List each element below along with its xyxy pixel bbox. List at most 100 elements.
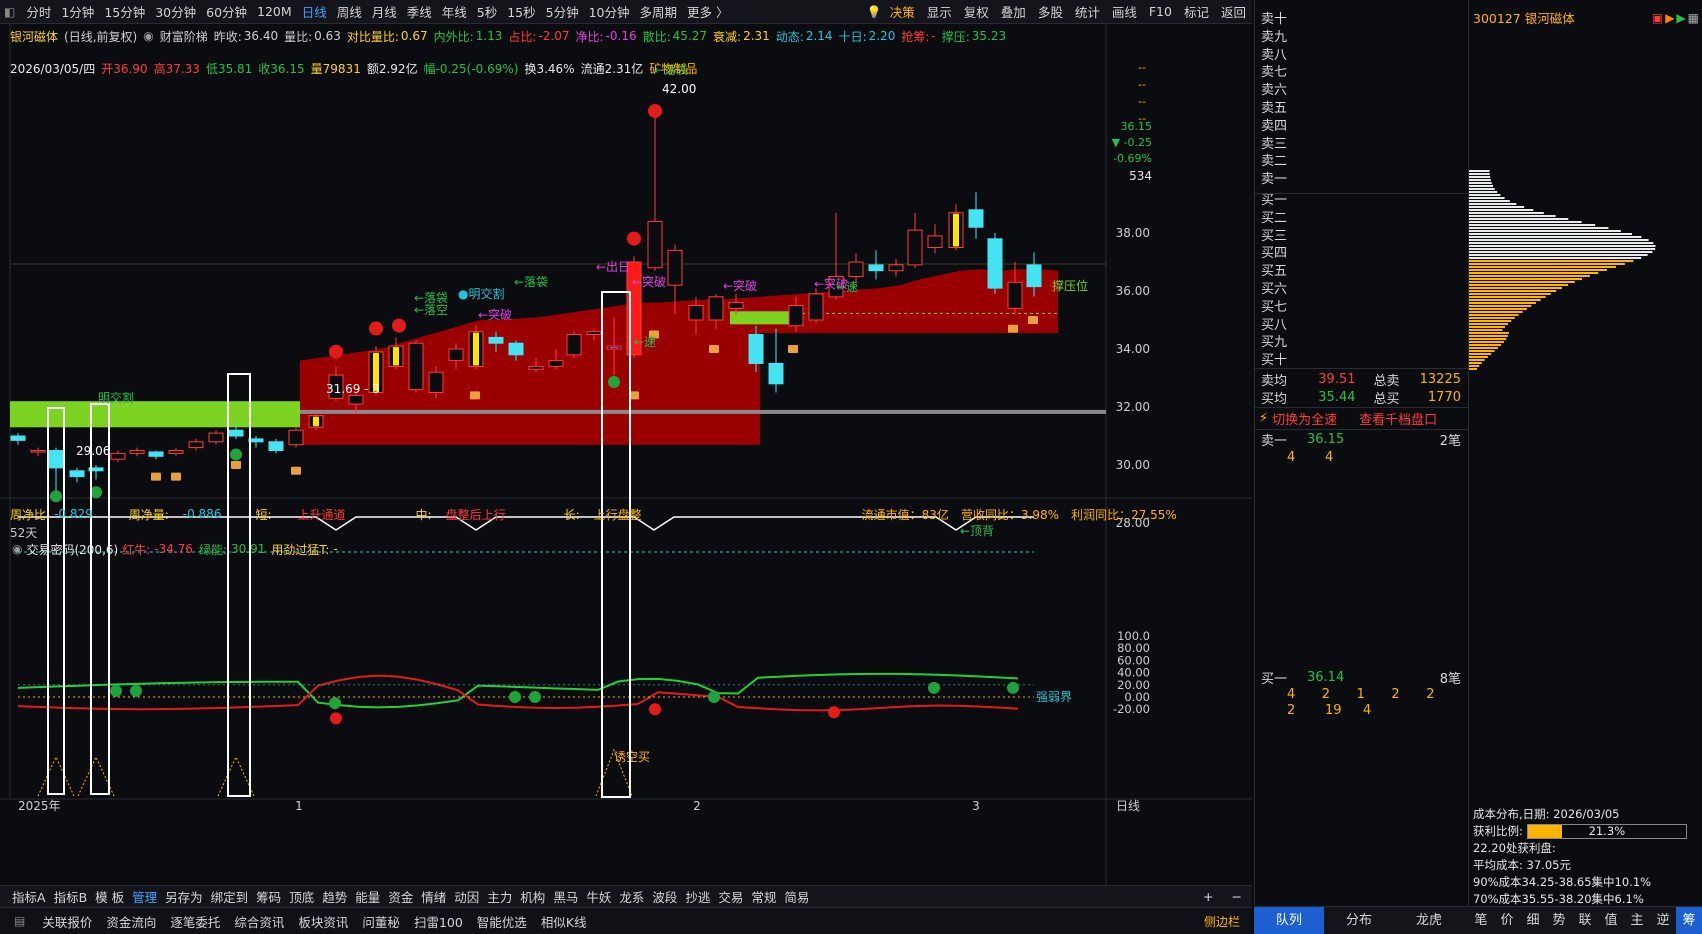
zoom-in-button[interactable]: + (1203, 889, 1213, 904)
indicator-tab[interactable]: 情绪 (421, 887, 446, 906)
panel-toggle-icon[interactable]: ▤ (14, 914, 25, 928)
indicator-tab[interactable]: 机构 (520, 887, 545, 906)
period-tab[interactable]: 分时 (26, 2, 51, 21)
indicator-tab[interactable]: 趋势 (322, 887, 347, 906)
cost-footer-tab[interactable]: 联 (1572, 907, 1598, 934)
book-footer-tab[interactable]: 龙虎 (1394, 907, 1464, 934)
indicator-tab[interactable]: 管理 (132, 887, 157, 906)
indicator-tab[interactable]: 动因 (454, 887, 479, 906)
indicator-settings-icon[interactable]: ◉ (143, 29, 153, 43)
indicator-toggle-icon[interactable]: ◉ (12, 542, 22, 556)
indicator-tab[interactable]: 筹码 (256, 887, 281, 906)
bottom-tab[interactable]: 扫雷100 (414, 912, 463, 931)
bottom-tab[interactable]: 综合资讯 (234, 912, 284, 931)
toolbar-item[interactable]: 统计 (1075, 2, 1100, 21)
indicator-tab[interactable]: 交易 (718, 887, 743, 906)
period-tab[interactable]: 1分钟 (61, 2, 94, 21)
indicator-tab[interactable]: 抄逃 (685, 887, 710, 906)
profit-ratio-value: 21.3% (1588, 824, 1626, 838)
period-tab[interactable]: 年线 (442, 2, 467, 21)
period-tab[interactable]: 多周期 (639, 2, 677, 21)
info-label: 衰减: (713, 29, 742, 44)
toolbar-item[interactable]: 标记 (1184, 2, 1209, 21)
bottom-tab[interactable]: 问董秘 (362, 912, 400, 931)
lock-icon (151, 472, 161, 481)
candle-body (907, 229, 923, 266)
indicator-tab[interactable]: 简易 (784, 887, 809, 906)
kline-chart[interactable]: 38.0036.0034.0032.0030.0028.00--------36… (0, 24, 1252, 886)
indicator-tab[interactable]: 黑马 (553, 887, 578, 906)
view-thousand-button[interactable]: 查看千档盘口 (1359, 409, 1437, 428)
period-tab[interactable]: 月线 (372, 2, 397, 21)
indicator-tab[interactable]: 主力 (487, 887, 512, 906)
bottom-tab[interactable]: 资金流向 (106, 912, 156, 931)
zoom-out-button[interactable]: − (1232, 889, 1242, 904)
flag-icon-orange[interactable]: ▶ (1665, 11, 1674, 25)
indicator-tab[interactable]: 绑定到 (211, 887, 249, 906)
indicator-tab[interactable]: 常规 (751, 887, 776, 906)
flag-icon-red[interactable]: ▣ (1652, 11, 1663, 25)
period-tab[interactable]: 更多 〉 (687, 2, 728, 21)
period-tab[interactable]: 120M (257, 4, 292, 19)
cost-footer-tab[interactable]: 逆 (1650, 907, 1676, 934)
sidebar-toggle[interactable]: 侧边栏 (1204, 913, 1240, 930)
indicator-panel-name[interactable]: 交易密码(200,6) (26, 541, 118, 558)
toolbar-item[interactable]: 叠加 (1001, 2, 1026, 21)
stock-name[interactable]: 银河磁体 (10, 28, 58, 45)
period-tab[interactable]: 15分钟 (104, 2, 145, 21)
indicator-tab[interactable]: 牛妖 (586, 887, 611, 906)
switch-fast-button[interactable]: 切换为全速 (1272, 409, 1337, 428)
cost-footer-tab[interactable]: 价 (1494, 907, 1520, 934)
period-tab[interactable]: 15秒 (507, 2, 535, 21)
ask-level: 卖六 (1261, 83, 1288, 99)
toolbar-item[interactable]: 多股 (1038, 2, 1063, 21)
toolbar-item[interactable]: 决策 (890, 2, 915, 21)
bottom-tab[interactable]: 智能优选 (477, 912, 527, 931)
cost-bar (1469, 320, 1512, 322)
indicator-tab[interactable]: 能量 (355, 887, 380, 906)
flag-icon-green[interactable]: ▶ (1676, 11, 1685, 25)
cost-footer-tab[interactable]: 筹 (1676, 907, 1702, 934)
grid-icon[interactable]: ▦ (1688, 11, 1699, 25)
indicator-tab[interactable]: 波段 (652, 887, 677, 906)
indicator-tab[interactable]: 指标A (12, 887, 46, 906)
cost-footer-tab[interactable]: 细 (1520, 907, 1546, 934)
cost-footer-tab[interactable]: 主 (1624, 907, 1650, 934)
market-cap: 流通市值：83亿 (861, 507, 949, 522)
book-footer-tab[interactable]: 分布 (1324, 907, 1394, 934)
cost-bar (1469, 296, 1546, 298)
toolbar-item[interactable]: 返回 (1221, 2, 1246, 21)
bottom-tab[interactable]: 关联报价 (42, 912, 92, 931)
bottom-tab[interactable]: 相似K线 (541, 912, 587, 931)
bar-industry[interactable]: 矿物制品 (649, 60, 697, 77)
book-footer-tab[interactable]: 队列 (1254, 907, 1324, 934)
toolbar-item[interactable]: 复权 (964, 2, 989, 21)
cost-footer-tab[interactable]: 笔 (1468, 907, 1494, 934)
period-tab[interactable]: 周线 (337, 2, 362, 21)
period-tab[interactable]: 日线 (302, 2, 327, 21)
cost-footer-tab[interactable]: 势 (1546, 907, 1572, 934)
toolbar-item[interactable]: F10 (1149, 4, 1172, 19)
indicator-tab[interactable]: 顶底 (289, 887, 314, 906)
indicator-name[interactable]: 财富阶梯 (160, 28, 208, 45)
period-tab[interactable]: 30分钟 (155, 2, 196, 21)
bottom-tab[interactable]: 逐笔委托 (170, 912, 220, 931)
indicator-tab[interactable]: 指标B (54, 887, 88, 906)
cost-bar (1469, 260, 1634, 262)
toolbar-item[interactable]: 画线 (1112, 2, 1137, 21)
bid-level: 买三 (1261, 228, 1288, 244)
period-tab[interactable]: 5秒 (477, 2, 497, 21)
indicator-tab[interactable]: 模 板 (95, 887, 124, 906)
indicator-tab[interactable]: 资金 (388, 887, 413, 906)
period-tab[interactable]: 5分钟 (546, 2, 579, 21)
period-tab[interactable]: 10分钟 (589, 2, 630, 21)
bar-open: 开36.90 (101, 61, 148, 76)
indicator-tab[interactable]: 另存为 (165, 887, 203, 906)
toolbar-item[interactable]: 显示 (927, 2, 952, 21)
bottom-tab[interactable]: 板块资讯 (298, 912, 348, 931)
indicator-tab[interactable]: 龙系 (619, 887, 644, 906)
period-tab[interactable]: 60分钟 (206, 2, 247, 21)
period-tab[interactable]: 季线 (407, 2, 432, 21)
layout-icon[interactable]: ◧ (4, 5, 15, 19)
cost-footer-tab[interactable]: 值 (1598, 907, 1624, 934)
